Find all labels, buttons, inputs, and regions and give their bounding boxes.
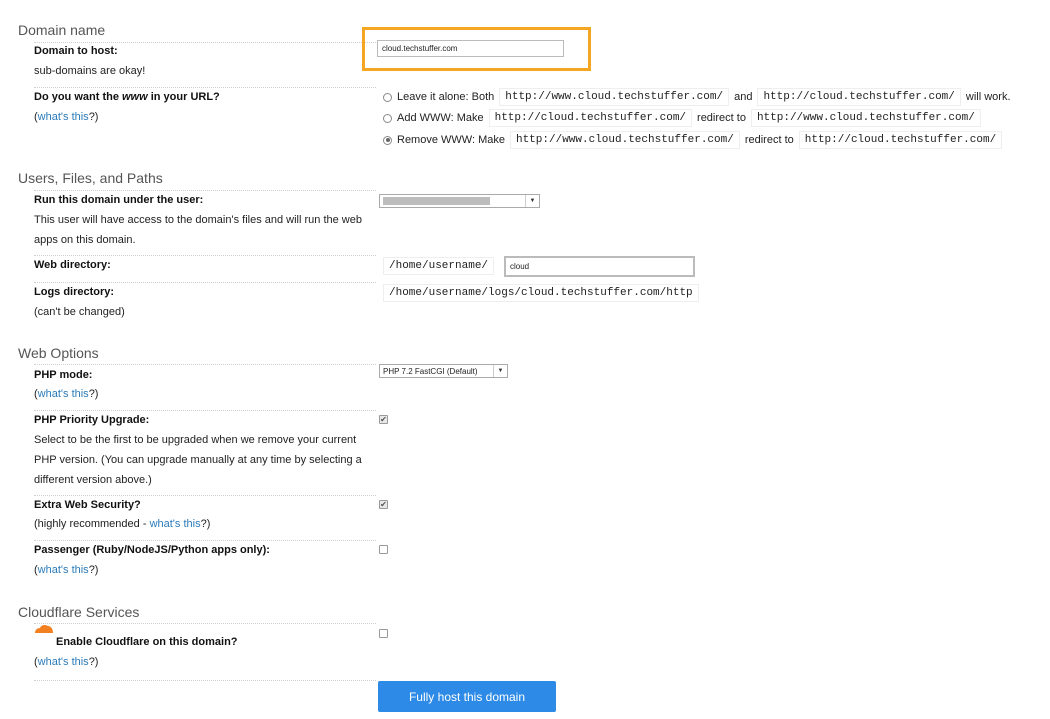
fully-host-domain-button[interactable]: Fully host this domain <box>378 681 556 712</box>
divider <box>34 364 376 365</box>
radio-remove[interactable] <box>383 135 392 145</box>
extra-security-note: (highly recommended - what's this?) <box>34 518 211 530</box>
chevron-down-icon: ▼ <box>525 195 539 207</box>
cloudflare-label: Enable Cloudflare on this domain? <box>56 636 238 648</box>
php-priority-desc: Select to be the first to be upgraded wh… <box>34 434 362 486</box>
php-priority-checkbox[interactable]: ✔ <box>379 415 388 424</box>
section-title-domain-name: Domain name <box>18 22 106 38</box>
section-title-cloudflare: Cloudflare Services <box>18 604 140 620</box>
cloudflare-checkbox[interactable] <box>379 629 388 638</box>
divider <box>34 680 376 681</box>
divider <box>34 42 376 43</box>
www-option-remove[interactable]: Remove WWW: Make http://www.cloud.techst… <box>383 131 1003 149</box>
user-select[interactable]: ▼ <box>379 194 540 208</box>
www-option-add[interactable]: Add WWW: Make http://cloud.techstuffer.c… <box>383 109 981 127</box>
whats-this-link[interactable]: what's this <box>38 564 89 576</box>
passenger-help: (what's this?) <box>34 564 99 576</box>
www-label: Do you want the www in your URL? <box>34 91 220 103</box>
cloudflare-logo-icon <box>33 624 55 634</box>
check-icon: ✔ <box>380 499 387 509</box>
php-label: PHP mode: <box>34 369 93 381</box>
divider <box>34 410 376 411</box>
divider <box>34 495 376 496</box>
divider <box>34 255 376 256</box>
section-title-web-options: Web Options <box>18 345 99 361</box>
passenger-label: Passenger (Ruby/NodeJS/Python apps only)… <box>34 544 270 556</box>
extra-security-label: Extra Web Security? <box>34 499 141 511</box>
cloudflare-help: (what's this?) <box>34 656 99 668</box>
whats-this-link[interactable]: what's this <box>38 111 89 123</box>
divider <box>34 190 376 191</box>
logsdir-note: (can't be changed) <box>34 306 125 318</box>
radio-add[interactable] <box>383 113 392 123</box>
extra-security-checkbox[interactable]: ✔ <box>379 500 388 509</box>
www-option-leave[interactable]: Leave it alone: Both http://www.cloud.te… <box>383 88 1011 106</box>
php-priority-label: PHP Priority Upgrade: <box>34 414 150 426</box>
domain-input[interactable] <box>377 40 564 57</box>
whats-this-link[interactable]: what's this <box>150 518 201 530</box>
logsdir-label: Logs directory: <box>34 286 115 298</box>
user-select-value-redacted <box>383 197 490 205</box>
passenger-checkbox[interactable] <box>379 545 388 554</box>
user-desc: This user will have access to the domain… <box>34 214 362 246</box>
divider <box>34 540 376 541</box>
domain-label: Domain to host: <box>34 45 118 57</box>
webdir-prefix: /home/username/ <box>383 257 495 275</box>
domain-desc: sub-domains are okay! <box>34 65 146 77</box>
php-mode-select[interactable]: PHP 7.2 FastCGI (Default) ▼ <box>379 364 508 378</box>
www-help: (what's this?) <box>34 111 99 123</box>
webdir-input[interactable] <box>504 256 695 277</box>
user-label: Run this domain under the user: <box>34 194 204 206</box>
whats-this-link[interactable]: what's this <box>38 388 89 400</box>
divider <box>34 282 376 283</box>
check-icon: ✔ <box>380 414 387 424</box>
php-help: (what's this?) <box>34 388 99 400</box>
radio-leave[interactable] <box>383 92 392 102</box>
divider <box>34 87 376 88</box>
chevron-down-icon: ▼ <box>493 365 507 377</box>
webdir-label: Web directory: <box>34 259 111 271</box>
divider <box>34 623 376 624</box>
logsdir-path: /home/username/logs/cloud.techstuffer.co… <box>383 284 699 302</box>
whats-this-link[interactable]: what's this <box>38 656 89 668</box>
section-title-users-files-paths: Users, Files, and Paths <box>18 170 163 186</box>
